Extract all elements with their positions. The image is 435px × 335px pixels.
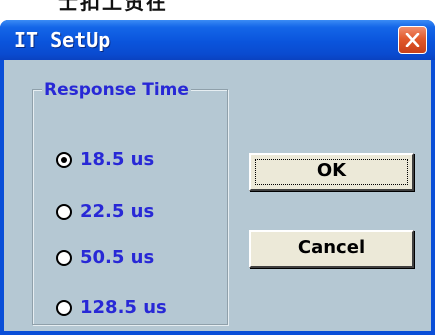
radio-button[interactable]: [56, 204, 72, 220]
radio-label: 128.5 us: [80, 297, 167, 318]
cancel-button-label: Cancel: [297, 237, 366, 258]
radio-button[interactable]: [56, 250, 72, 266]
radio-label: 22.5 us: [80, 201, 155, 222]
close-x-icon: [405, 33, 420, 47]
background-window-strip: 士扣工贸在: [0, 0, 435, 20]
background-window-text: 士扣工贸在: [58, 0, 168, 14]
window-title: IT SetUp: [14, 28, 111, 52]
ok-button[interactable]: OK: [249, 153, 414, 191]
cancel-button[interactable]: Cancel: [249, 230, 414, 268]
radio-selected-dot: [61, 157, 67, 163]
radio-label: 18.5 us: [80, 149, 155, 170]
radio-button[interactable]: [56, 300, 72, 316]
groupbox-legend: Response Time: [42, 80, 191, 100]
radio-button-checked[interactable]: [56, 152, 72, 168]
setup-dialog: IT SetUp Response Time 18.5 us 22.5 us 5…: [0, 20, 435, 335]
focus-rectangle: [255, 159, 408, 185]
close-button[interactable]: [398, 26, 427, 54]
dialog-client-area: Response Time 18.5 us 22.5 us 50.5 us 12…: [4, 60, 431, 331]
title-bar[interactable]: IT SetUp: [0, 20, 435, 60]
radio-label: 50.5 us: [80, 247, 155, 268]
